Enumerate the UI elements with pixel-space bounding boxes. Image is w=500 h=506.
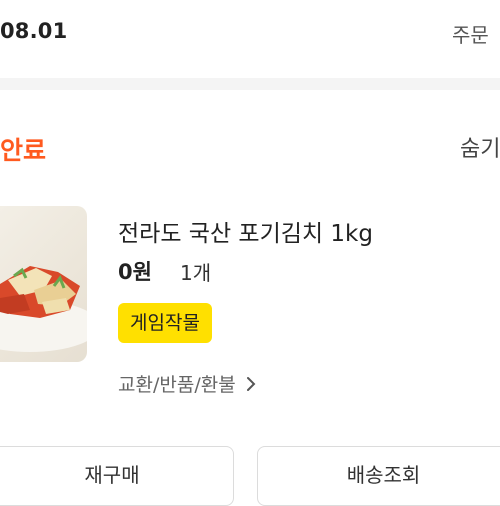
product-price: 0원: [118, 260, 152, 284]
section-divider: [0, 78, 500, 90]
track-delivery-button[interactable]: 배송조회: [257, 446, 500, 506]
exchange-return-link[interactable]: 교환/반품/환불: [118, 370, 258, 397]
hide-order-link[interactable]: 숨기: [460, 131, 500, 163]
product-thumbnail[interactable]: [0, 206, 87, 362]
order-detail-link[interactable]: 주문: [452, 19, 489, 48]
product-quantity: 1개: [180, 261, 212, 285]
exchange-return-label: 교환/반품/환불: [118, 374, 236, 396]
product-name[interactable]: 전라도 국산 포기김치 1kg: [118, 214, 373, 248]
product-badge: 게임작물: [118, 303, 212, 343]
order-date: 08.01: [0, 19, 68, 43]
order-status: 안료: [0, 136, 47, 165]
kimchi-image: [0, 266, 87, 352]
chevron-right-icon: [244, 375, 258, 393]
reorder-button[interactable]: 재구매: [0, 446, 234, 506]
